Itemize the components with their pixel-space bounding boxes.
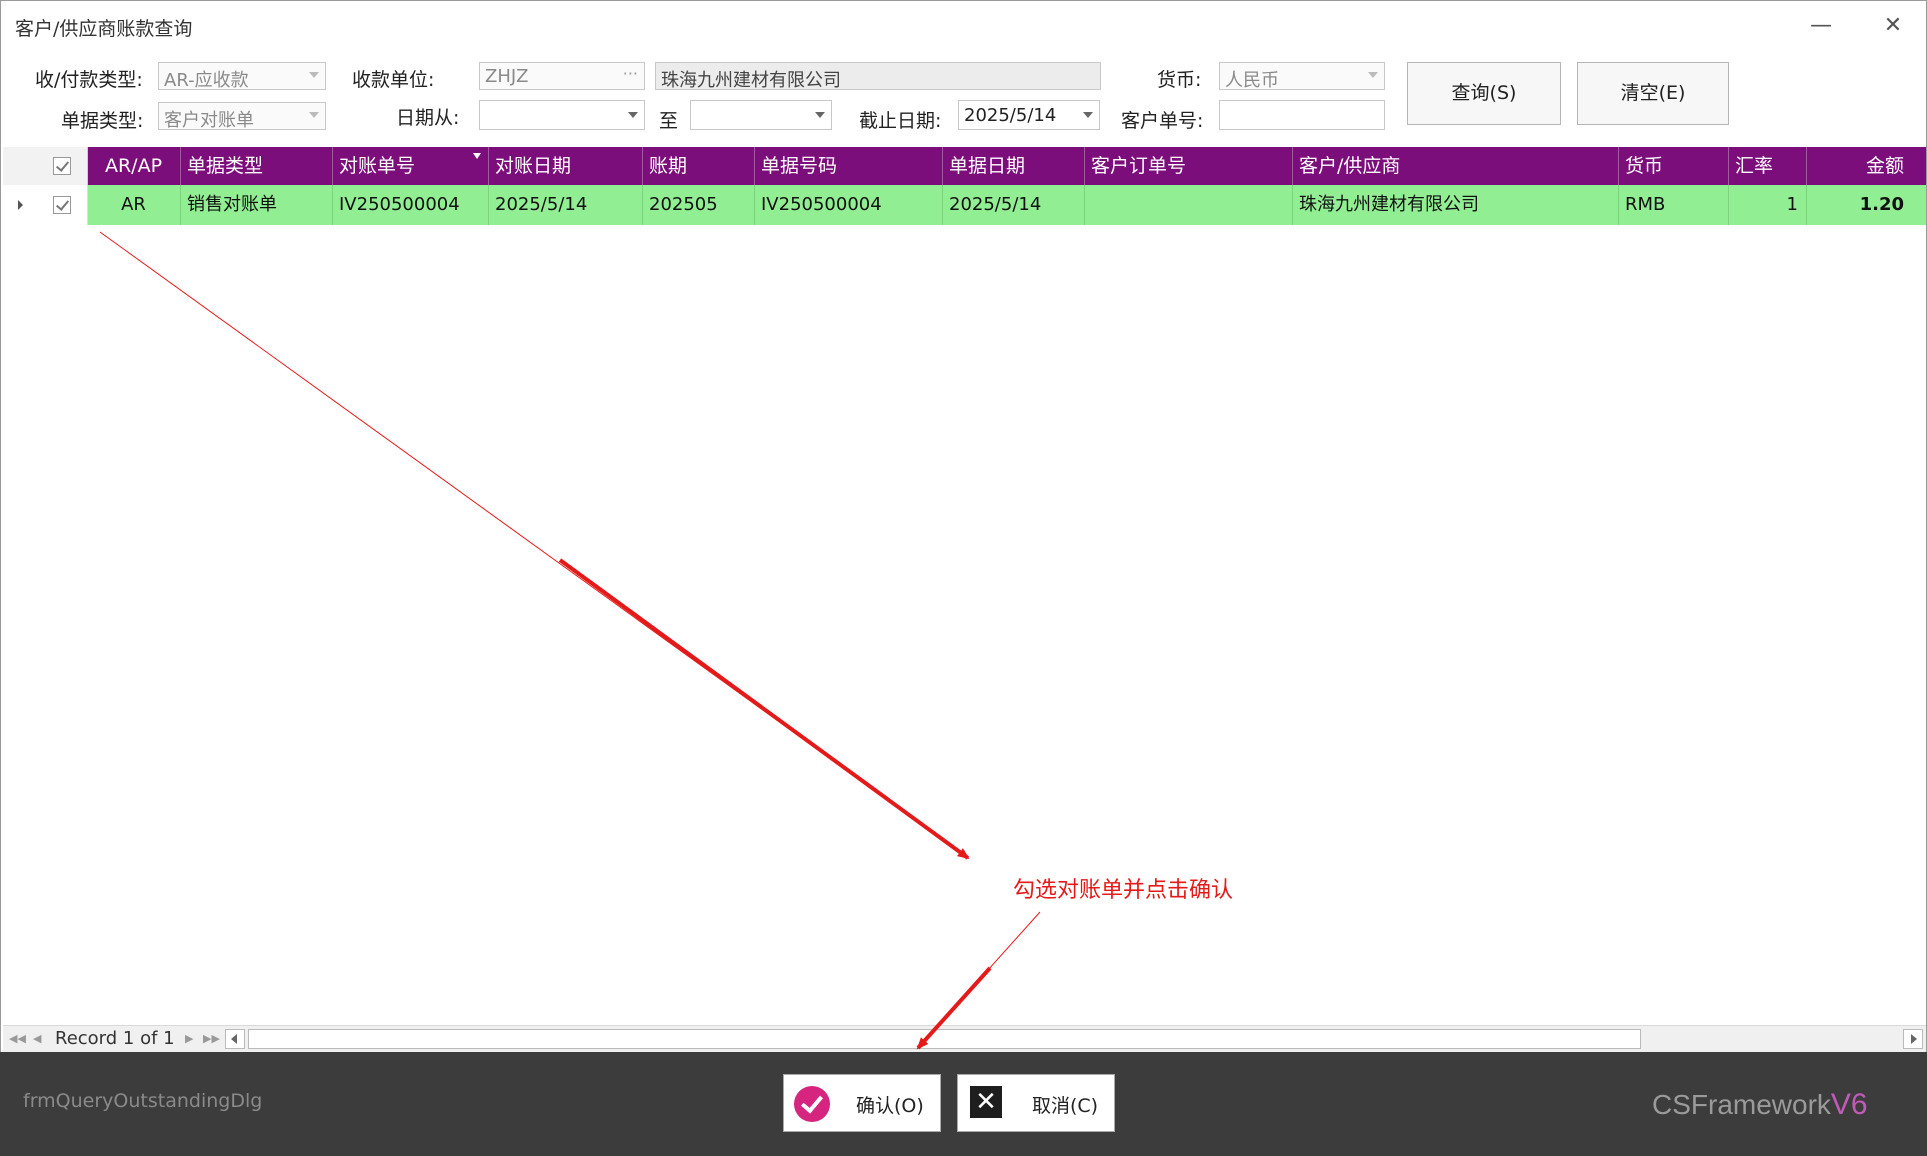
row-pointer-icon	[18, 200, 23, 210]
doc-type-value: 客户对账单	[164, 110, 254, 131]
title-bar: 客户/供应商账款查询 — ✕	[1, 1, 1926, 51]
row-select-cell	[45, 185, 88, 225]
record-indicator: Record 1 of 1	[55, 1028, 175, 1049]
grid-header: AR/AP 单据类型 对账单号 对账日期 账期 单据号码 单据日期 客户订单号 …	[3, 147, 1926, 185]
footer-bar: frmQueryOutstandingDlg 确认(O) ✕ 取消(C) CSF…	[0, 1052, 1927, 1156]
pay-type-label: 收/付款类型:	[35, 69, 143, 91]
date-from-label: 日期从:	[396, 107, 460, 129]
clear-button[interactable]: 清空(E)	[1577, 62, 1729, 125]
filter-icon[interactable]	[473, 153, 481, 159]
header-select-area	[3, 147, 88, 185]
cutoff-date-input[interactable]: 2025/5/14	[958, 100, 1100, 130]
confirm-button[interactable]: 确认(O)	[783, 1074, 941, 1132]
customer-no-input[interactable]	[1219, 100, 1385, 130]
query-button[interactable]: 查询(S)	[1407, 62, 1561, 125]
grid-navigator: ◀◀ ◀ Record 1 of 1 ▶ ▶▶	[3, 1025, 1926, 1054]
chevron-down-icon	[1368, 72, 1378, 78]
minimize-icon[interactable]: —	[1801, 9, 1841, 43]
brand-name: CSFramework	[1652, 1089, 1831, 1120]
check-icon	[794, 1086, 830, 1122]
table-row[interactable]: AR 销售对账单 IV250500004 2025/5/14 202505 IV…	[3, 185, 1926, 225]
to-label: 至	[659, 110, 679, 132]
cell-currency: RMB	[1619, 185, 1729, 225]
cell-period: 202505	[643, 185, 755, 225]
currency-value: 人民币	[1225, 70, 1279, 91]
window-title: 客户/供应商账款查询	[15, 18, 193, 40]
currency-label: 货币:	[1157, 69, 1202, 91]
col-arap[interactable]: AR/AP	[87, 147, 181, 185]
last-record-icon[interactable]: ▶▶	[203, 1032, 220, 1045]
col-statement-no[interactable]: 对账单号	[333, 147, 489, 185]
prev-record-icon[interactable]: ◀	[33, 1032, 41, 1045]
row-checkbox[interactable]	[53, 196, 71, 214]
annotation-text: 勾选对账单并点击确认	[1013, 878, 1234, 903]
scroll-right-button[interactable]	[1903, 1029, 1923, 1049]
cell-doc-type: 销售对账单	[181, 185, 333, 225]
chevron-down-icon	[309, 72, 319, 78]
scroll-left-button[interactable]	[225, 1029, 245, 1049]
unit-label: 收款单位:	[352, 69, 435, 91]
unit-code-value: ZHJZ	[485, 66, 529, 87]
first-record-icon[interactable]: ◀◀	[9, 1032, 26, 1045]
date-to-input[interactable]	[690, 100, 832, 130]
cancel-label: 取消(C)	[1032, 1095, 1099, 1117]
next-record-icon[interactable]: ▶	[185, 1032, 193, 1045]
confirm-label: 确认(O)	[856, 1095, 924, 1117]
unit-name-value: 珠海九州建材有限公司	[661, 70, 841, 91]
col-rate[interactable]: 汇率	[1729, 147, 1807, 185]
col-customer-order-no[interactable]: 客户订单号	[1085, 147, 1293, 185]
doc-type-select[interactable]: 客户对账单	[158, 102, 326, 131]
pay-type-value: AR-应收款	[164, 70, 249, 91]
chevron-down-icon	[309, 112, 319, 118]
cell-amount: 1.20	[1859, 194, 1904, 215]
currency-select[interactable]: 人民币	[1219, 62, 1385, 91]
cancel-button[interactable]: ✕ 取消(C)	[957, 1074, 1115, 1132]
chevron-down-icon[interactable]	[815, 112, 825, 118]
dialog-window: 客户/供应商账款查询 — ✕ 收/付款类型: AR-应收款 收款单位: ZHJZ…	[0, 0, 1927, 1156]
cell-arap: AR	[87, 185, 181, 225]
col-statement-date[interactable]: 对账日期	[489, 147, 643, 185]
col-period[interactable]: 账期	[643, 147, 755, 185]
doc-type-label: 单据类型:	[61, 110, 144, 132]
cutoff-date-value: 2025/5/14	[964, 105, 1057, 126]
chevron-down-icon[interactable]	[628, 112, 638, 118]
col-doc-date[interactable]: 单据日期	[943, 147, 1085, 185]
col-currency[interactable]: 货币	[1619, 147, 1729, 185]
cell-customer: 珠海九州建材有限公司	[1293, 185, 1619, 225]
cell-statement-no: IV250500004	[333, 185, 489, 225]
close-icon: ✕	[970, 1086, 1002, 1118]
horizontal-scrollbar-thumb[interactable]	[248, 1029, 1641, 1049]
cutoff-date-label: 截止日期:	[859, 110, 942, 132]
pay-type-select[interactable]: AR-应收款	[158, 62, 326, 91]
cell-doc-date: 2025/5/14	[943, 185, 1085, 225]
brand-logo: CSFrameworkV6	[1652, 1088, 1868, 1122]
form-name-label: frmQueryOutstandingDlg	[23, 1090, 263, 1112]
cell-customer-order-no	[1085, 185, 1293, 225]
cell-statement-date: 2025/5/14	[489, 185, 643, 225]
col-amount[interactable]: 金额	[1807, 147, 1926, 185]
unit-code-field[interactable]: ZHJZ ···	[479, 62, 645, 90]
row-indicator	[3, 185, 46, 225]
col-customer[interactable]: 客户/供应商	[1293, 147, 1619, 185]
col-doc-type[interactable]: 单据类型	[181, 147, 333, 185]
date-from-input[interactable]	[479, 100, 645, 130]
customer-no-label: 客户单号:	[1121, 110, 1204, 132]
select-all-checkbox[interactable]	[53, 157, 71, 175]
close-icon[interactable]: ✕	[1873, 9, 1913, 43]
unit-name-field: 珠海九州建材有限公司	[655, 62, 1101, 91]
brand-version: V6	[1830, 1088, 1868, 1121]
chevron-down-icon[interactable]	[1083, 112, 1093, 118]
col-doc-no[interactable]: 单据号码	[755, 147, 943, 185]
scroll-right-icon	[1911, 1034, 1917, 1044]
ellipsis-icon: ···	[622, 64, 638, 83]
scroll-left-icon	[231, 1034, 237, 1044]
cell-doc-no: IV250500004	[755, 185, 943, 225]
data-grid: AR/AP 单据类型 对账单号 对账日期 账期 单据号码 单据日期 客户订单号 …	[3, 147, 1926, 1025]
cell-rate: 1	[1729, 185, 1807, 225]
